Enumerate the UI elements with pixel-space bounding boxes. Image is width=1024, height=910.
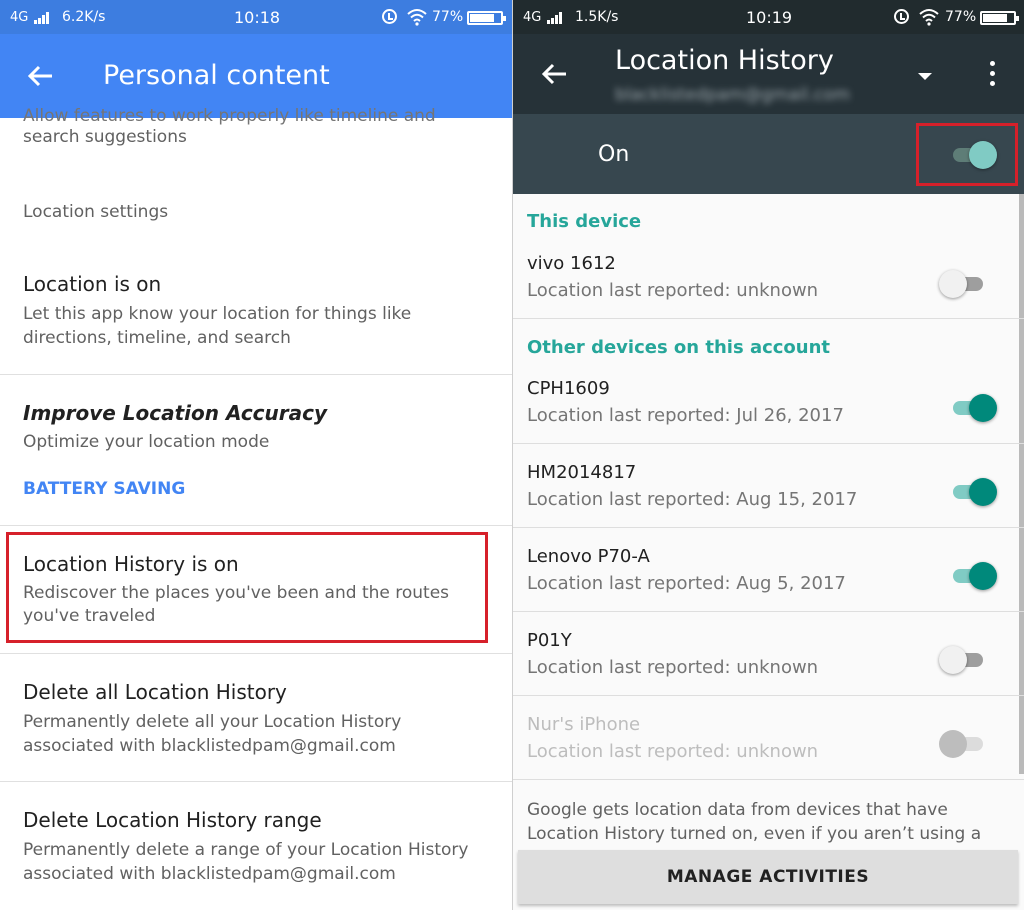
divider (513, 318, 1024, 319)
section-heading-other-devices: Other devices on this account (527, 337, 831, 358)
battery-percent: 77% (432, 9, 464, 25)
network-type: 4G (10, 10, 29, 25)
delete-history-range-item[interactable]: Delete Location History range Permanentl… (0, 782, 512, 908)
divider (513, 779, 1024, 780)
improve-accuracy-item[interactable]: Improve Location Accuracy Optimize your … (0, 375, 512, 525)
clock: 10:18 (234, 8, 281, 27)
wifi-icon (919, 9, 939, 26)
back-arrow-icon[interactable] (26, 64, 54, 88)
divider (513, 443, 1024, 444)
location-history-screen: 4G 1.5K/s 10:19 77% Location History bla… (513, 0, 1024, 910)
network-speed: 6.2K/s (62, 9, 106, 25)
more-vert-icon[interactable] (989, 61, 997, 87)
signal-icon (547, 12, 563, 24)
page-title: Personal content (103, 60, 330, 91)
battery-percent: 77% (945, 9, 977, 25)
item-title: Improve Location Accuracy (23, 401, 328, 425)
alarm-icon (382, 9, 397, 24)
item-desc-line1: Permanently delete all your Location His… (23, 712, 402, 732)
status-bar: 4G 1.5K/s 10:19 77% (513, 0, 1024, 34)
item-desc-line2: directions, timeline, and search (23, 328, 291, 348)
section-heading-location-settings: Location settings (23, 202, 169, 222)
location-setting-item[interactable]: Location is on Let this app know your lo… (0, 254, 512, 374)
personal-content-screen: 4G 6.2K/s 10:18 77% Personal content All… (0, 0, 512, 910)
divider (513, 695, 1024, 696)
item-desc-line2: associated with blacklistedpam@gmail.com (23, 736, 396, 756)
app-bar: Location History blacklistedpam@gmail.co… (513, 34, 1024, 114)
page-title: Location History (615, 45, 834, 76)
device-name: Nur's iPhone (527, 714, 641, 735)
item-desc-line2: associated with blacklistedpam@gmail.com (23, 864, 396, 884)
settings-list: Allow features to work properly like tim… (0, 106, 512, 910)
device-last-reported: Location last reported: Aug 5, 2017 (527, 573, 846, 594)
item-desc-line1: Let this app know your location for thin… (23, 304, 412, 324)
device-toggle[interactable] (949, 477, 997, 507)
location-data-notice: Google gets location data from devices t… (527, 800, 982, 844)
item-title: Delete Location History range (23, 808, 322, 832)
scrollbar[interactable] (1019, 194, 1024, 774)
battery-icon (467, 11, 506, 25)
device-name: vivo 1612 (527, 253, 616, 274)
device-last-reported: Location last reported: unknown (527, 741, 819, 762)
device-name: Lenovo P70-A (527, 546, 650, 567)
item-desc: Optimize your location mode (23, 432, 270, 452)
delete-all-history-item[interactable]: Delete all Location History Permanently … (0, 654, 512, 780)
device-name: HM2014817 (527, 462, 637, 483)
device-toggle (939, 729, 987, 759)
device-name: CPH1609 (527, 378, 610, 399)
back-arrow-icon[interactable] (540, 62, 568, 86)
dropdown-icon[interactable] (918, 73, 932, 80)
device-toggle[interactable] (949, 561, 997, 591)
highlight-box (916, 123, 1018, 186)
clock: 10:19 (746, 8, 793, 27)
device-toggle[interactable] (949, 393, 997, 423)
device-last-reported: Location last reported: unknown (527, 657, 819, 678)
highlight-box (6, 532, 488, 643)
section-heading-this-device: This device (527, 211, 642, 232)
device-last-reported: Location last reported: Jul 26, 2017 (527, 405, 844, 426)
device-toggle[interactable] (939, 645, 987, 675)
item-title: Delete all Location History (23, 680, 287, 704)
wifi-icon (407, 9, 427, 26)
item-desc-line1: Permanently delete a range of your Locat… (23, 840, 469, 860)
master-switch-bar: On (513, 114, 1024, 194)
network-type: 4G (523, 10, 542, 25)
manage-activities-button[interactable]: MANAGE ACTIVITIES (518, 850, 1018, 904)
alarm-icon (894, 9, 909, 24)
divider (513, 527, 1024, 528)
status-bar: 4G 6.2K/s 10:18 77% (0, 0, 512, 34)
device-name: P01Y (527, 630, 572, 651)
account-email: blacklistedpam@gmail.com (615, 85, 851, 105)
device-last-reported: Location last reported: unknown (527, 280, 819, 301)
truncated-desc-line2: search suggestions (23, 127, 187, 147)
signal-icon (34, 12, 50, 24)
master-switch-label: On (598, 142, 630, 167)
divider (513, 611, 1024, 612)
device-last-reported: Location last reported: Aug 15, 2017 (527, 489, 858, 510)
item-title: Location is on (23, 272, 162, 296)
battery-saving-link[interactable]: BATTERY SAVING (23, 477, 185, 501)
network-speed: 1.5K/s (575, 9, 619, 25)
device-toggle[interactable] (939, 269, 987, 299)
battery-icon (980, 11, 1019, 25)
